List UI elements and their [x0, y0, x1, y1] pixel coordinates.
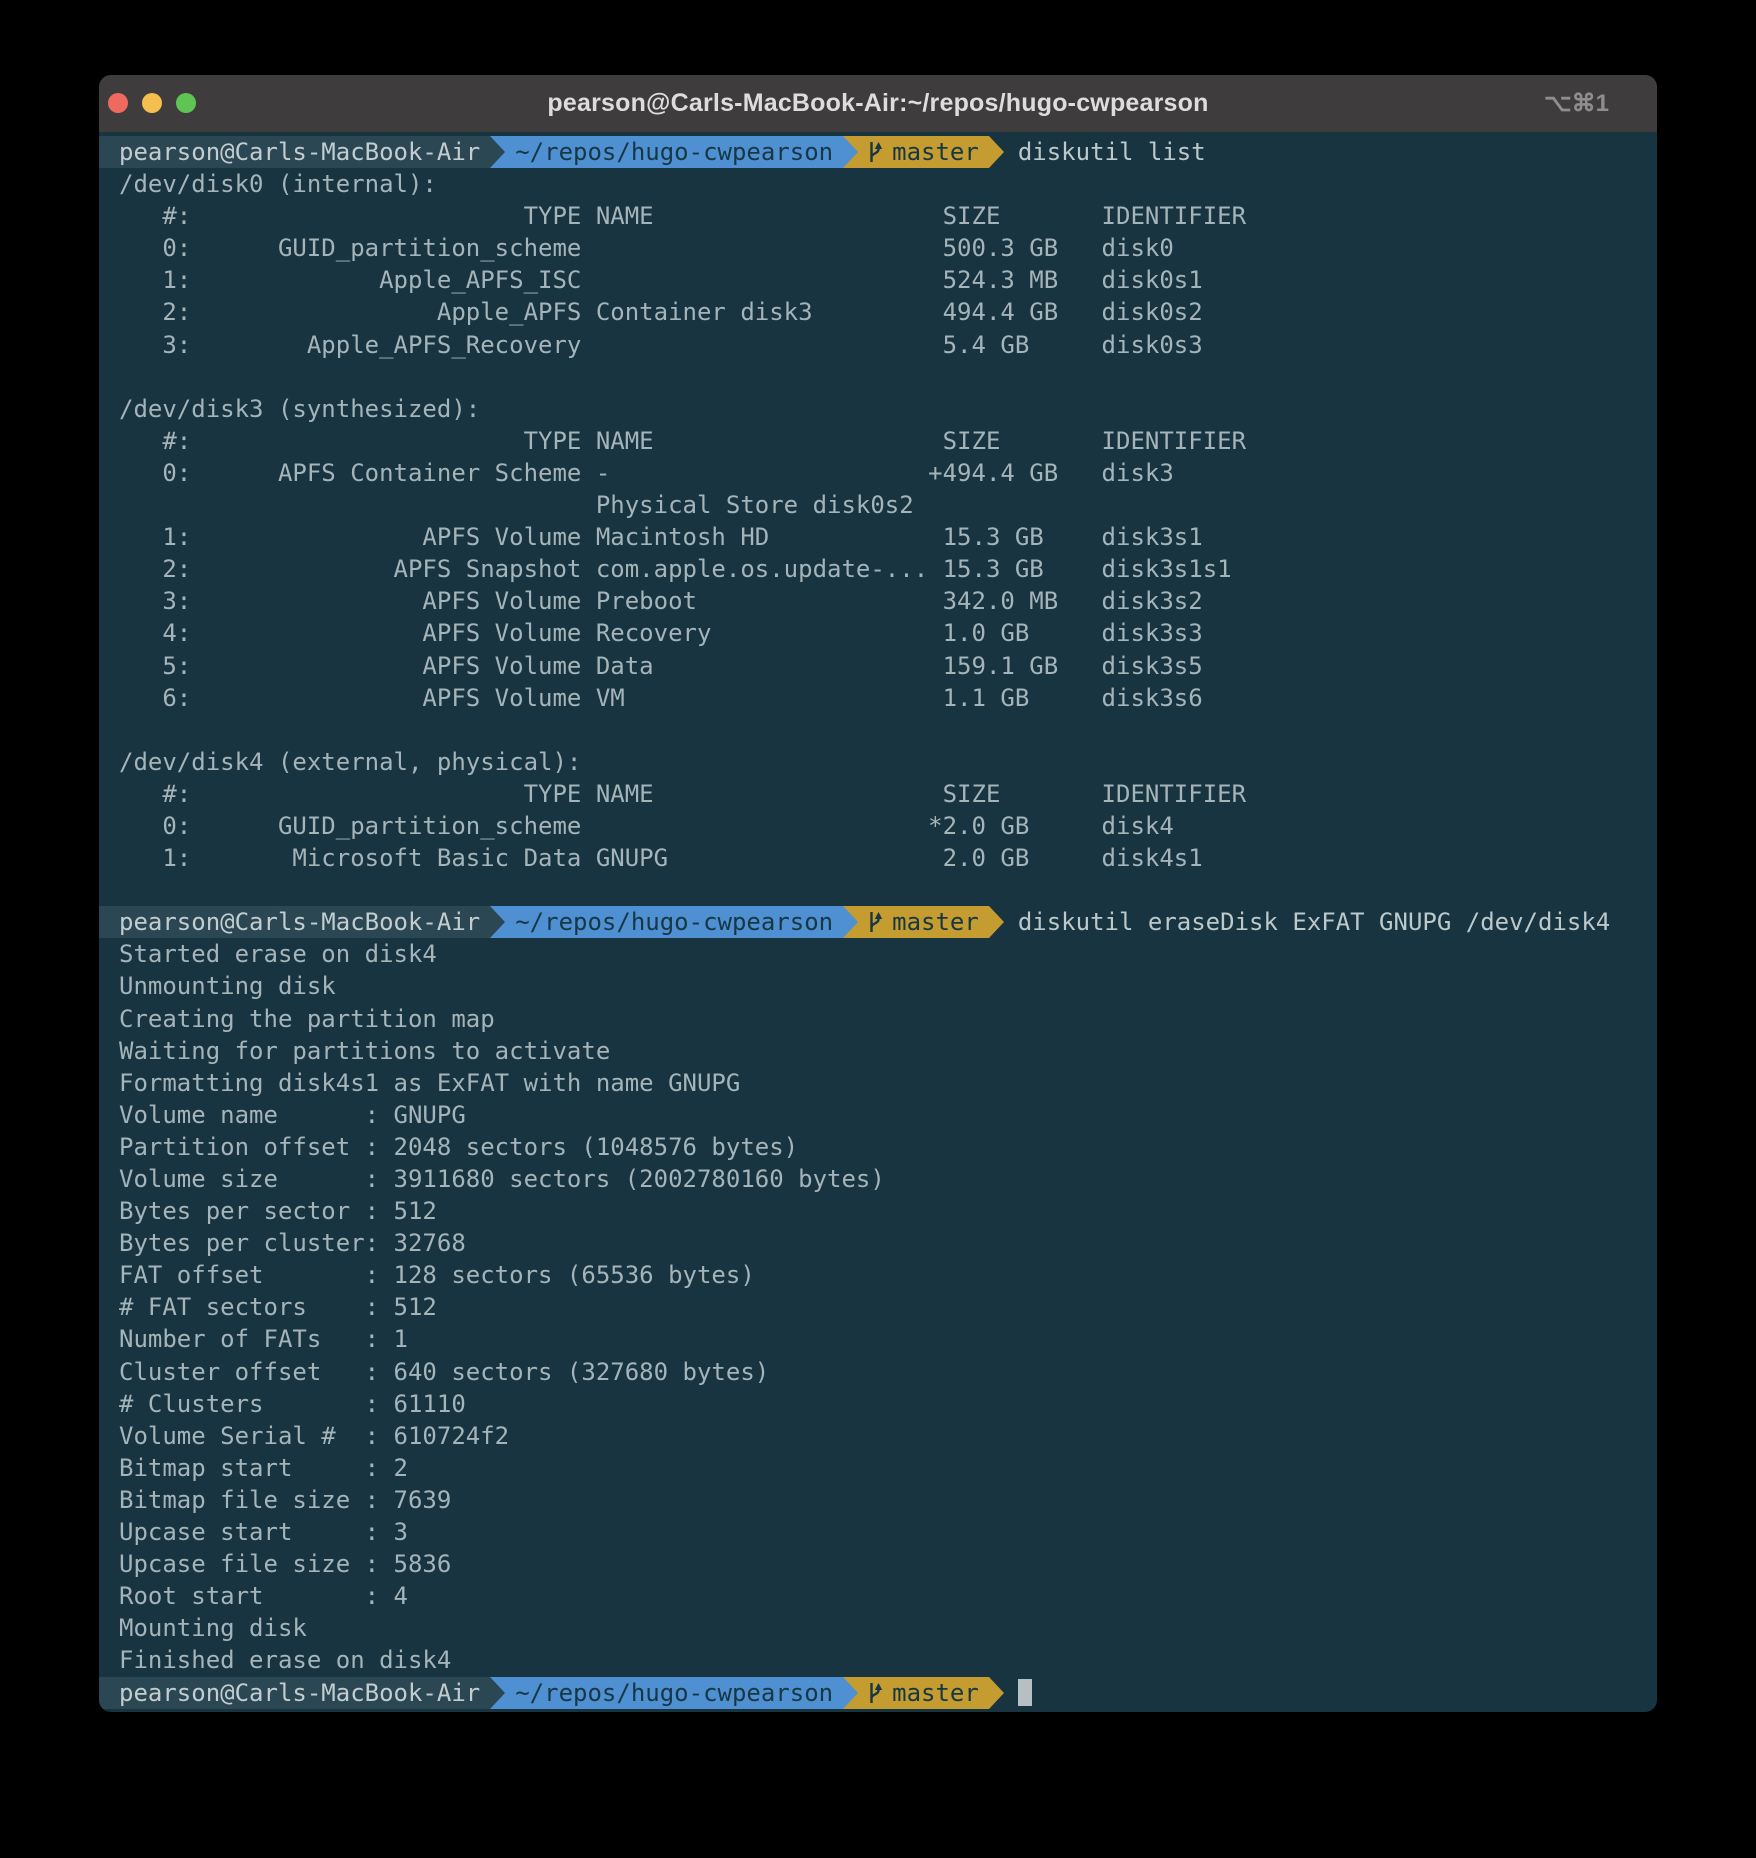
- git-branch-label: master: [892, 136, 979, 168]
- terminal-output-line: #: TYPE NAME SIZE IDENTIFIER: [119, 778, 1657, 810]
- fullscreen-button[interactable]: [176, 93, 196, 113]
- window-titlebar[interactable]: pearson@Carls-MacBook-Air:~/repos/hugo-c…: [99, 75, 1657, 132]
- window-title: pearson@Carls-MacBook-Air:~/repos/hugo-c…: [547, 89, 1208, 118]
- git-branch-icon: [866, 140, 884, 164]
- prompt-directory: ~/repos/hugo-cwpearson: [505, 136, 843, 168]
- terminal-output-line: FAT offset : 128 sectors (65536 bytes): [119, 1259, 1657, 1291]
- git-branch-label: master: [892, 906, 979, 938]
- terminal-output-line: Formatting disk4s1 as ExFAT with name GN…: [119, 1067, 1657, 1099]
- prompt-user-host: pearson@Carls-MacBook-Air: [99, 906, 490, 938]
- powerline-arrow-icon: [989, 1677, 1004, 1709]
- terminal-output-line: 2: APFS Snapshot com.apple.os.update-...…: [119, 553, 1657, 585]
- prompt-git-branch: master: [858, 136, 989, 168]
- terminal-output-line: Cluster offset : 640 sectors (327680 byt…: [119, 1356, 1657, 1388]
- powerline-arrow-icon: [989, 136, 1004, 168]
- shell-prompt-line: pearson@Carls-MacBook-Air ~/repos/hugo-cw…: [99, 906, 1657, 938]
- terminal-output-line: 1: Apple_APFS_ISC 524.3 MB disk0s1: [119, 264, 1657, 296]
- terminal-output-line: [119, 714, 1657, 746]
- terminal-output-line: Volume name : GNUPG: [119, 1099, 1657, 1131]
- terminal-output-line: Physical Store disk0s2: [119, 489, 1657, 521]
- terminal-output-line: Volume size : 3911680 sectors (200278016…: [119, 1163, 1657, 1195]
- terminal-output-line: [119, 361, 1657, 393]
- terminal-output-line: #: TYPE NAME SIZE IDENTIFIER: [119, 200, 1657, 232]
- terminal-window: pearson@Carls-MacBook-Air:~/repos/hugo-c…: [99, 75, 1657, 1712]
- terminal-output-line: Upcase start : 3: [119, 1516, 1657, 1548]
- terminal-output-line: /dev/disk4 (external, physical):: [119, 746, 1657, 778]
- terminal-output-line: # FAT sectors : 512: [119, 1291, 1657, 1323]
- prompt-git-branch: master: [858, 1677, 989, 1709]
- terminal-output-line: 0: GUID_partition_scheme *2.0 GB disk4: [119, 810, 1657, 842]
- prompt-user-host: pearson@Carls-MacBook-Air: [99, 136, 490, 168]
- powerline-arrow-icon: [989, 906, 1004, 938]
- terminal-output-line: /dev/disk0 (internal):: [119, 168, 1657, 200]
- prompt-git-branch: master: [858, 906, 989, 938]
- terminal-output-line: 0: APFS Container Scheme - +494.4 GB dis…: [119, 457, 1657, 489]
- terminal-output-line: Bitmap start : 2: [119, 1452, 1657, 1484]
- terminal-output-line: Root start : 4: [119, 1580, 1657, 1612]
- terminal-output-line: Mounting disk: [119, 1612, 1657, 1644]
- terminal-output-line: 3: Apple_APFS_Recovery 5.4 GB disk0s3: [119, 329, 1657, 361]
- prompt-user-host: pearson@Carls-MacBook-Air: [99, 1677, 490, 1709]
- desktop: { "window": { "title": "pearson@Carls-Ma…: [0, 0, 1756, 1858]
- minimize-button[interactable]: [142, 93, 162, 113]
- powerline-arrow-icon: [843, 136, 858, 168]
- terminal-output-line: Partition offset : 2048 sectors (1048576…: [119, 1131, 1657, 1163]
- terminal-output-line: Bytes per cluster: 32768: [119, 1227, 1657, 1259]
- terminal-output-line: 3: APFS Volume Preboot 342.0 MB disk3s2: [119, 585, 1657, 617]
- terminal-output-line: Finished erase on disk4: [119, 1644, 1657, 1676]
- shell-prompt-line: pearson@Carls-MacBook-Air ~/repos/hugo-cw…: [99, 1677, 1657, 1709]
- terminal-output-line: # Clusters : 61110: [119, 1388, 1657, 1420]
- powerline-arrow-icon: [843, 906, 858, 938]
- terminal-output-line: 0: GUID_partition_scheme 500.3 GB disk0: [119, 232, 1657, 264]
- window-shortcut-badge: ⌥⌘1: [1544, 75, 1609, 132]
- powerline-arrow-icon: [490, 136, 505, 168]
- terminal-output-line: Waiting for partitions to activate: [119, 1035, 1657, 1067]
- terminal-output-line: 2: Apple_APFS Container disk3 494.4 GB d…: [119, 296, 1657, 328]
- terminal-output-line: #: TYPE NAME SIZE IDENTIFIER: [119, 425, 1657, 457]
- git-branch-label: master: [892, 1677, 979, 1709]
- terminal-output-line: Unmounting disk: [119, 970, 1657, 1002]
- terminal-output-line: Bytes per sector : 512: [119, 1195, 1657, 1227]
- terminal-output-line: Volume Serial # : 610724f2: [119, 1420, 1657, 1452]
- shell-prompt-line: pearson@Carls-MacBook-Air ~/repos/hugo-cw…: [99, 136, 1657, 168]
- terminal-output-line: Creating the partition map: [119, 1003, 1657, 1035]
- traffic-lights: [108, 93, 196, 113]
- prompt-directory: ~/repos/hugo-cwpearson: [505, 906, 843, 938]
- terminal-output-line: 4: APFS Volume Recovery 1.0 GB disk3s3: [119, 617, 1657, 649]
- powerline-arrow-icon: [490, 906, 505, 938]
- git-branch-icon: [866, 1681, 884, 1705]
- close-button[interactable]: [108, 93, 128, 113]
- terminal-output-line: Number of FATs : 1: [119, 1323, 1657, 1355]
- terminal-output-line: 5: APFS Volume Data 159.1 GB disk3s5: [119, 650, 1657, 682]
- terminal-output-line: 1: APFS Volume Macintosh HD 15.3 GB disk…: [119, 521, 1657, 553]
- git-branch-icon: [866, 910, 884, 934]
- typed-command: diskutil eraseDisk ExFAT GNUPG /dev/disk…: [1018, 906, 1610, 938]
- terminal-content[interactable]: pearson@Carls-MacBook-Air ~/repos/hugo-cw…: [99, 132, 1657, 1709]
- typed-command: diskutil list: [1018, 136, 1206, 168]
- terminal-output-line: Bitmap file size : 7639: [119, 1484, 1657, 1516]
- terminal-output-line: Upcase file size : 5836: [119, 1548, 1657, 1580]
- powerline-arrow-icon: [490, 1677, 505, 1709]
- terminal-output-line: 1: Microsoft Basic Data GNUPG 2.0 GB dis…: [119, 842, 1657, 874]
- powerline-arrow-icon: [843, 1677, 858, 1709]
- terminal-output-line: Started erase on disk4: [119, 938, 1657, 970]
- terminal-output-line: [119, 874, 1657, 906]
- terminal-output-line: /dev/disk3 (synthesized):: [119, 393, 1657, 425]
- terminal-output-line: 6: APFS Volume VM 1.1 GB disk3s6: [119, 682, 1657, 714]
- terminal-cursor: [1018, 1679, 1032, 1706]
- prompt-directory: ~/repos/hugo-cwpearson: [505, 1677, 843, 1709]
